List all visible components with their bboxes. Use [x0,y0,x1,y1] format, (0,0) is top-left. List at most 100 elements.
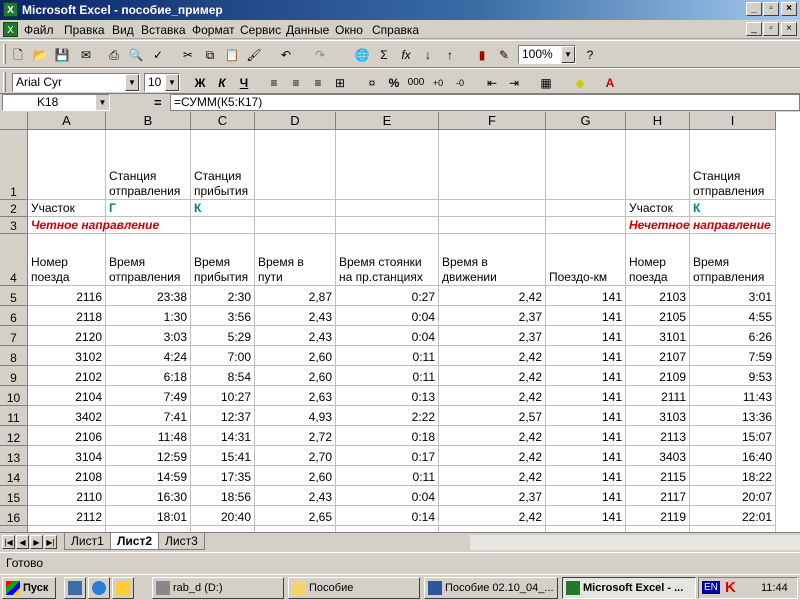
taskbar-item-word[interactable]: Пособие 02.10_04_... [424,577,558,599]
cell-B15[interactable]: 16:30 [106,486,191,506]
cell-A6[interactable]: 2118 [28,306,106,326]
column-header-E[interactable]: E [336,112,439,130]
cell-G3[interactable] [546,217,626,234]
spreadsheet-grid[interactable]: A B C D E F G H I 1 Станция отправления Станция при… [0,112,800,532]
cell-B2[interactable]: Г [106,200,191,217]
cell-H9[interactable]: 2109 [626,366,690,386]
cell-E12[interactable]: 0:18 [336,426,439,446]
column-header-C[interactable]: C [191,112,255,130]
select-all-corner[interactable] [0,112,28,130]
row-header[interactable]: 2 [0,200,28,217]
cell-A7[interactable]: 2120 [28,326,106,346]
cell-H11[interactable]: 3103 [626,406,690,426]
name-box[interactable]: K18 ▼ [2,94,110,111]
cell-B6[interactable]: 1:30 [106,306,191,326]
cell-C15[interactable]: 18:56 [191,486,255,506]
sort-descending-icon[interactable]: ↑ [440,45,460,65]
zoom-select[interactable]: 100% ▼ [518,45,576,64]
cell-H14[interactable]: 2115 [626,466,690,486]
cell-D6[interactable]: 2,43 [255,306,336,326]
cell-H6[interactable]: 2105 [626,306,690,326]
cell-G13[interactable]: 141 [546,446,626,466]
cell-B1[interactable]: Станция отправления [106,130,191,200]
cell-G15[interactable]: 141 [546,486,626,506]
first-sheet-button[interactable]: |◀ [2,535,15,549]
last-sheet-button[interactable]: ▶| [44,535,57,549]
cell-F10[interactable]: 2,42 [439,386,546,406]
cell-G5[interactable]: 141 [546,286,626,306]
cell-G2[interactable] [546,200,626,217]
cell-D8[interactable]: 2,60 [255,346,336,366]
paste-icon[interactable]: 📋 [222,45,242,65]
print-preview-icon[interactable]: 🔍 [126,45,146,65]
cell-D1[interactable] [255,130,336,200]
cell-E14[interactable]: 0:11 [336,466,439,486]
taskbar-item-posobie[interactable]: Пособие [288,577,420,599]
cell-I1[interactable]: Станция отправления [690,130,776,200]
toolbar-grip[interactable] [3,72,6,92]
redo-icon[interactable]: ↷ [310,45,330,65]
cell-C10[interactable]: 10:27 [191,386,255,406]
cell-B4[interactable]: Время отправления [106,234,191,286]
cell-C5[interactable]: 2:30 [191,286,255,306]
percent-icon[interactable]: % [384,73,404,93]
language-indicator[interactable]: EN [702,581,720,594]
row-header[interactable]: 3 [0,217,28,234]
cell-F8[interactable]: 2,42 [439,346,546,366]
chart-wizard-icon[interactable]: ▮ [472,45,492,65]
cell-F13[interactable]: 2,42 [439,446,546,466]
sheet-tab-3[interactable]: Лист3 [158,533,205,550]
cell-G12[interactable]: 141 [546,426,626,446]
cell-C2[interactable]: К [191,200,255,217]
cell-G4[interactable]: Поездо-км [546,234,626,286]
cell-A9[interactable]: 2102 [28,366,106,386]
row-header[interactable]: 6 [0,306,28,326]
cell-G14[interactable]: 141 [546,466,626,486]
cell-B12[interactable]: 11:48 [106,426,191,446]
fill-color-icon[interactable]: ◆ [570,73,590,93]
cell-E8[interactable]: 0:11 [336,346,439,366]
cell-E16[interactable]: 0:14 [336,506,439,526]
cell-G8[interactable]: 141 [546,346,626,366]
cell-I13[interactable]: 16:40 [690,446,776,466]
decrease-indent-icon[interactable]: ⇤ [482,73,502,93]
menu-insert[interactable]: Вставка [141,23,186,37]
cell-C11[interactable]: 12:37 [191,406,255,426]
cell-I9[interactable]: 9:53 [690,366,776,386]
menu-window[interactable]: Окно [335,23,363,37]
cell-D11[interactable]: 4,93 [255,406,336,426]
cell-F2[interactable] [439,200,546,217]
copy-icon[interactable]: ⧉ [200,45,220,65]
menu-file[interactable]: Файл [24,23,54,37]
cell-C12[interactable]: 14:31 [191,426,255,446]
workbook-icon[interactable]: X [3,22,18,37]
cell-D3[interactable] [255,217,336,234]
cell-D4[interactable]: Время в пути [255,234,336,286]
increase-decimal-icon[interactable]: +0 [428,73,448,93]
cell-A14[interactable]: 2108 [28,466,106,486]
start-button[interactable]: Пуск [2,577,56,599]
cell-I15[interactable]: 20:07 [690,486,776,506]
row-header[interactable]: 1 [0,130,28,200]
cell-A5[interactable]: 2116 [28,286,106,306]
align-right-icon[interactable]: ≡ [308,73,328,93]
menu-help[interactable]: Справка [372,23,419,37]
maximize-button[interactable]: ▫ [763,2,779,16]
cell-G16[interactable]: 141 [546,506,626,526]
cell-D12[interactable]: 2,72 [255,426,336,446]
cell-B3[interactable] [106,217,191,234]
row-header[interactable]: 8 [0,346,28,366]
cell-G1[interactable] [546,130,626,200]
cell-A4[interactable]: Номер поезда [28,234,106,286]
cell-H10[interactable]: 2111 [626,386,690,406]
horizontal-scrollbar[interactable] [470,535,800,550]
cell-I2[interactable]: К [690,200,776,217]
cell-C13[interactable]: 15:41 [191,446,255,466]
row-header[interactable]: 13 [0,446,28,466]
cell-F4[interactable]: Время в движении [439,234,546,286]
cell-D10[interactable]: 2,63 [255,386,336,406]
column-header-H[interactable]: H [626,112,690,130]
minimize-button[interactable]: _ [746,2,762,16]
cell-B7[interactable]: 3:03 [106,326,191,346]
cell-D13[interactable]: 2,70 [255,446,336,466]
